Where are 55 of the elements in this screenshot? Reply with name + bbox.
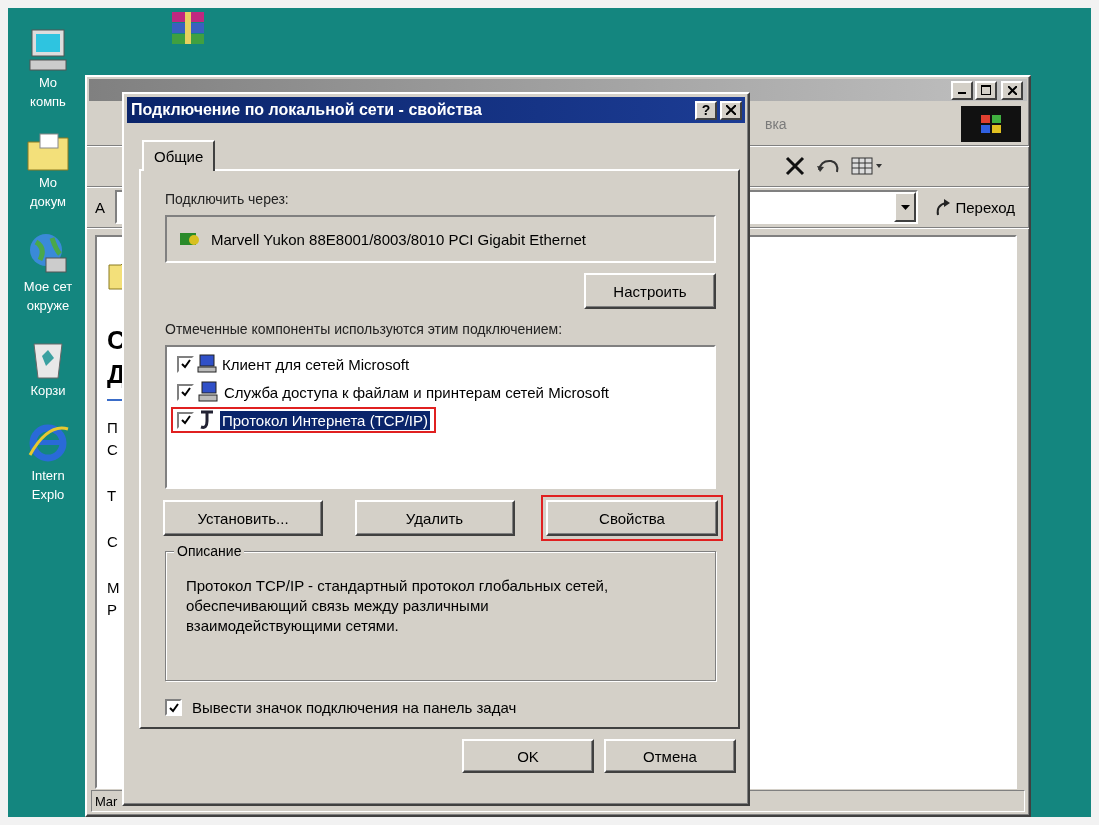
- panel-text: С: [107, 533, 118, 551]
- desktop-icon-label[interactable]: компь: [30, 94, 66, 110]
- panel-text: С: [107, 441, 118, 459]
- component-button[interactable]: Свойства: [546, 500, 718, 536]
- panel-text: Р: [107, 601, 117, 619]
- desktop-icon-label[interactable]: Intern: [31, 468, 65, 484]
- desktop-icon-label[interactable]: докум: [30, 194, 66, 210]
- cancel-button[interactable]: Отмена: [604, 739, 736, 773]
- close-button[interactable]: [720, 100, 742, 120]
- view-grid-icon[interactable]: [851, 156, 883, 176]
- group-title: Описание: [174, 543, 245, 559]
- caret-icon: [900, 204, 910, 210]
- minimize-button[interactable]: [951, 80, 973, 100]
- network-card-icon: [179, 230, 201, 248]
- dialog-title: Подключение по локальной сети - свойства: [131, 101, 483, 119]
- computer-icon[interactable]: [28, 28, 68, 72]
- panel-text: М: [107, 579, 120, 597]
- component-button[interactable]: Установить...: [163, 500, 323, 536]
- description-text: Протокол TCP/IP - стандартный протокол глобальных сетей, обеспечивающий связь между различными взаимодействующими сетями.: [186, 576, 610, 636]
- checkbox-label: Вывести значок подключения на панель задач: [192, 699, 517, 716]
- desktop-icon-label[interactable]: Explo: [31, 487, 65, 503]
- panel-text: П: [107, 419, 118, 437]
- desktop-icon-label[interactable]: Мо: [38, 75, 58, 91]
- computer-printer-icon: [197, 381, 219, 403]
- close-button[interactable]: [1001, 80, 1023, 100]
- help-button[interactable]: ?: [695, 100, 717, 120]
- address-label: А: [95, 198, 105, 216]
- close-icon: [726, 105, 736, 115]
- computer-icon: [197, 354, 217, 374]
- components-label: Отмеченные компоненты используются этим подключением:: [165, 321, 564, 337]
- dropdown-button[interactable]: [894, 192, 917, 222]
- checkbox[interactable]: [177, 355, 194, 373]
- maximize-icon: [981, 85, 991, 95]
- tab[interactable]: Общие: [142, 140, 216, 171]
- desktop-icon-label[interactable]: Корзи: [30, 383, 66, 399]
- list-item[interactable]: Служба доступа к файлам и принтерам сетей Microsoft: [222, 382, 611, 402]
- list-item[interactable]: Протокол Интернета (TCP/IP): [220, 410, 430, 430]
- connect-via-label: Подключить через:: [165, 191, 290, 207]
- component-button[interactable]: Удалить: [354, 500, 515, 536]
- close-icon[interactable]: [785, 156, 805, 176]
- desktop-icon-label[interactable]: Мое сет: [23, 279, 73, 295]
- list-item[interactable]: Клиент для сетей Microsoft: [220, 354, 412, 374]
- panel-text: Т: [107, 487, 117, 505]
- desktop-icon-label[interactable]: Мо: [38, 175, 58, 191]
- maximize-button[interactable]: [975, 80, 997, 100]
- checkbox[interactable]: [177, 411, 194, 429]
- desktop-icon-label[interactable]: окруже: [26, 298, 70, 314]
- folder-icon[interactable]: [26, 132, 70, 172]
- adapter-name: Marvell Yukon 88E8001/8003/8010 PCI Gigabit Ethernet: [211, 230, 586, 248]
- configure-button[interactable]: Настроить: [584, 273, 716, 309]
- checkbox[interactable]: [165, 699, 182, 716]
- logo-icon: [961, 106, 1021, 142]
- go-button[interactable]: Переход: [928, 197, 1021, 217]
- ok-button[interactable]: OK: [462, 739, 594, 773]
- close-icon: [1007, 85, 1017, 95]
